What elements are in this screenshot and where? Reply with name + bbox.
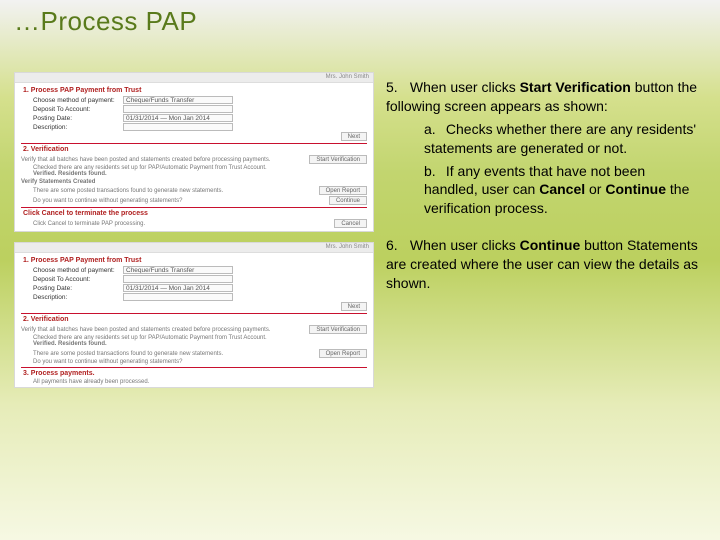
step-6-number: 6. bbox=[386, 236, 406, 255]
s2-footer-line: All payments have already been processed… bbox=[33, 379, 367, 385]
s2-verify-sub-line1: There are some posted transactions found… bbox=[33, 351, 319, 357]
verify-sub-line2: Do you want to continue without generati… bbox=[33, 198, 329, 204]
verify-sub-line1: There are some posted transactions found… bbox=[33, 188, 319, 194]
s2-section-2-header: 2. Verification bbox=[23, 316, 367, 323]
instruction-text: 5. When user clicks Start Verification b… bbox=[386, 78, 702, 303]
cancel-button[interactable]: Cancel bbox=[334, 219, 367, 228]
checked-found: Verified. Residents found. bbox=[33, 171, 367, 177]
screenshot-column: Mrs. John Smith 1. Process PAP Payment f… bbox=[14, 72, 374, 388]
step-6-pre: When user clicks bbox=[410, 237, 520, 253]
label-description: Description: bbox=[33, 124, 123, 131]
cancel-line: Click Cancel to terminate PAP processing… bbox=[33, 221, 334, 227]
s2-section-1-header: 1. Process PAP Payment from Trust bbox=[23, 257, 367, 264]
field-posting[interactable]: 01/31/2014 — Mon Jan 2014 bbox=[123, 114, 233, 122]
step-5b-bold1: Cancel bbox=[539, 181, 585, 197]
label-method: Choose method of payment: bbox=[33, 97, 123, 104]
start-verification-button[interactable]: Start Verification bbox=[309, 155, 367, 164]
s2-label-posting: Posting Date: bbox=[33, 285, 123, 292]
section-2-header: 2. Verification bbox=[23, 146, 367, 153]
s2-verify-sub-line2: Do you want to continue without generati… bbox=[33, 359, 367, 365]
screenshot-1: Mrs. John Smith 1. Process PAP Payment f… bbox=[14, 72, 374, 232]
field-method[interactable]: Cheque/Funds Transfer bbox=[123, 96, 233, 104]
step-5a-label: a. bbox=[424, 120, 442, 139]
s2-field-deposit[interactable] bbox=[123, 275, 233, 283]
step-5a-text: Checks whether there are any residents' … bbox=[424, 121, 696, 156]
step-5b-bold2: Continue bbox=[605, 181, 666, 197]
step-5b-label: b. bbox=[424, 162, 442, 181]
s2-verify-line: Verify that all batches have been posted… bbox=[21, 327, 309, 333]
s2-field-description[interactable] bbox=[123, 293, 233, 301]
step-5-number: 5. bbox=[386, 78, 406, 97]
window-userline-2: Mrs. John Smith bbox=[15, 243, 373, 253]
s2-field-method[interactable]: Cheque/Funds Transfer bbox=[123, 266, 233, 274]
s2-label-description: Description: bbox=[33, 294, 123, 301]
step-5b-mid: or bbox=[585, 181, 605, 197]
open-report-button[interactable]: Open Report bbox=[319, 186, 367, 195]
s2-next-button[interactable]: Next bbox=[341, 302, 367, 311]
s2-start-verification-button[interactable]: Start Verification bbox=[309, 325, 367, 334]
slide-title: …Process PAP bbox=[14, 6, 197, 37]
continue-button[interactable]: Continue bbox=[329, 196, 367, 205]
verify-line: Verify that all batches have been posted… bbox=[21, 157, 309, 163]
s2-label-deposit: Deposit To Account: bbox=[33, 276, 123, 283]
cancel-header: Click Cancel to terminate the process bbox=[23, 210, 367, 217]
screenshot-2: Mrs. John Smith 1. Process PAP Payment f… bbox=[14, 242, 374, 388]
field-deposit[interactable] bbox=[123, 105, 233, 113]
window-userline: Mrs. John Smith bbox=[15, 73, 373, 83]
step-5-pre: When user clicks bbox=[410, 79, 520, 95]
field-description[interactable] bbox=[123, 123, 233, 131]
s2-label-method: Choose method of payment: bbox=[33, 267, 123, 274]
s2-checked-found: Verified. Residents found. bbox=[33, 341, 367, 347]
section-1-header: 1. Process PAP Payment from Trust bbox=[23, 87, 367, 94]
step-6-bold: Continue bbox=[520, 237, 581, 253]
label-posting: Posting Date: bbox=[33, 115, 123, 122]
s2-field-posting[interactable]: 01/31/2014 — Mon Jan 2014 bbox=[123, 284, 233, 292]
s2-section-3-header: 3. Process payments. bbox=[23, 370, 367, 377]
s2-open-report-button[interactable]: Open Report bbox=[319, 349, 367, 358]
next-button[interactable]: Next bbox=[341, 132, 367, 141]
label-deposit: Deposit To Account: bbox=[33, 106, 123, 113]
step-5-bold: Start Verification bbox=[520, 79, 631, 95]
verify-sub-header: Verify Statements Created bbox=[21, 179, 367, 185]
